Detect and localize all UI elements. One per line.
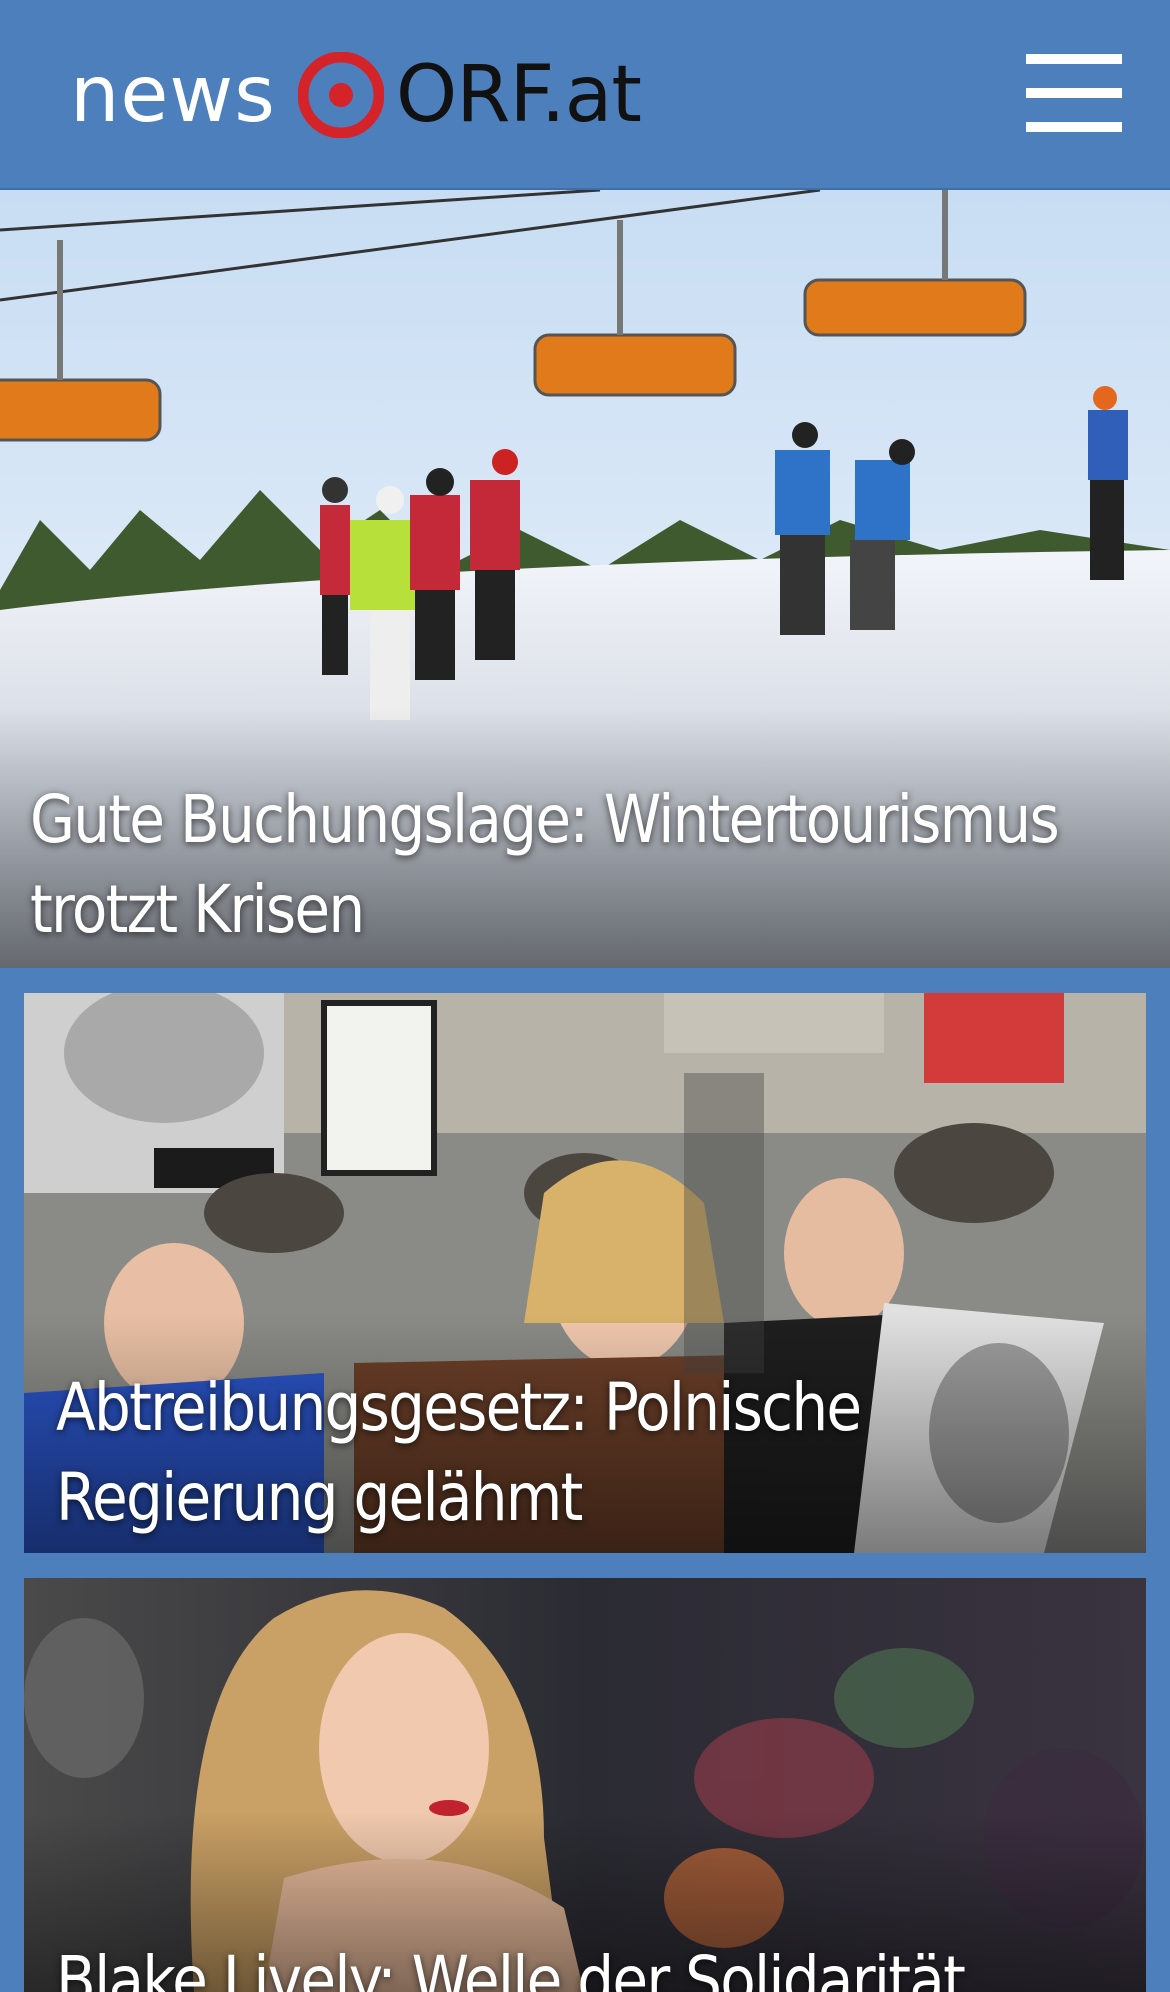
headline-line: Gute Buchungslage: Wintertourismus <box>30 781 1060 858</box>
orf-target-icon <box>297 52 384 138</box>
headline-line: Regierung gelähmt <box>56 1459 583 1536</box>
logo-news-text: news <box>70 50 276 140</box>
hamburger-menu-icon[interactable] <box>1022 50 1122 138</box>
story-headline[interactable]: Gute Buchungslage: Wintertourismus trotz… <box>30 775 1060 955</box>
logo-orf-text: ORF.at <box>395 50 642 140</box>
headline-line: Abtreibungsgesetz: Polnische <box>56 1369 862 1446</box>
story-card-wintertourismus[interactable]: Gute Buchungslage: Wintertourismus trotz… <box>0 190 1170 968</box>
news-orf-logo[interactable]: news ORF.at <box>70 45 642 145</box>
story-card-blake-lively[interactable]: Blake Lively: Welle der Solidarität <box>24 1578 1146 1992</box>
top-header: news ORF.at <box>0 0 1170 190</box>
headline-line: Blake Lively: Welle der Solidarität <box>56 1942 966 1992</box>
story-headline[interactable]: Blake Lively: Welle der Solidarität <box>56 1936 966 1992</box>
headline-line: trotzt Krisen <box>30 871 365 948</box>
story-headline[interactable]: Abtreibungsgesetz: Polnische Regierung g… <box>56 1363 862 1543</box>
story-card-abtreibungsgesetz[interactable]: Abtreibungsgesetz: Polnische Regierung g… <box>24 993 1146 1553</box>
